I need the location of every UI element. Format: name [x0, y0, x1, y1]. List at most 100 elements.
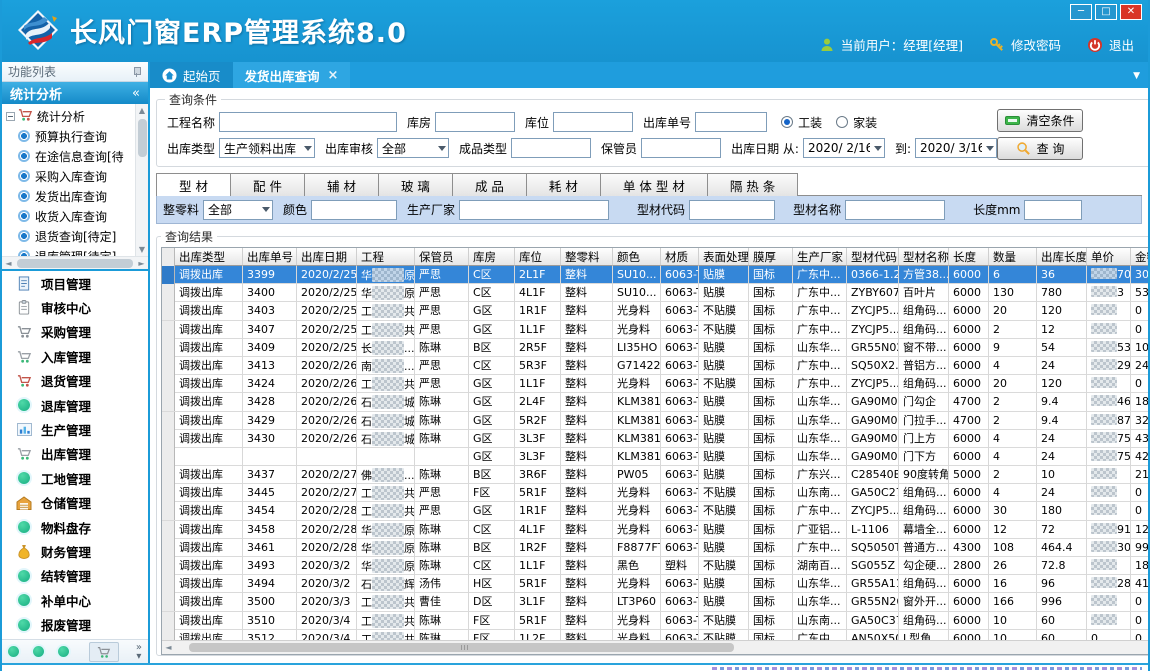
- row-selector[interactable]: [162, 357, 175, 375]
- tree-item-采购入库查询[interactable]: 采购入库查询: [6, 166, 135, 186]
- table-row[interactable]: 调拨出库34072020/2/25工共工程严思G区1L1F整料光身料6063-T…: [162, 321, 1148, 339]
- tree-item-在途信息查询[待[interactable]: 在途信息查询[待: [6, 146, 135, 166]
- table-row[interactable]: 调拨出库35002020/3/3工共工程曹佳D区3L1F整料LT3P606063…: [162, 593, 1148, 611]
- tab-list-dropdown-icon[interactable]: ▼: [1133, 71, 1140, 81]
- length-input[interactable]: [1024, 200, 1082, 220]
- row-selector[interactable]: [162, 266, 175, 284]
- row-selector[interactable]: [162, 448, 175, 466]
- pin-icon[interactable]: [132, 67, 142, 77]
- table-row[interactable]: 调拨出库34282020/2/26石城陈琳G区2L4F整料KLM38176063…: [162, 393, 1148, 411]
- scroll-down-icon[interactable]: ▼: [136, 243, 149, 256]
- radio-industrial[interactable]: 工装: [781, 114, 822, 131]
- tree-root-statistics[interactable]: 统计分析: [6, 106, 135, 126]
- clear-conditions-button[interactable]: 清空条件: [997, 109, 1083, 132]
- warehouse-input[interactable]: [435, 112, 515, 132]
- tree-item-预算执行查询[interactable]: 预算执行查询: [6, 126, 135, 146]
- tree-item-退库管理[待定][interactable]: 退库管理[待定]: [6, 246, 135, 256]
- column-header-型材代码[interactable]: 型材代码: [847, 248, 899, 266]
- column-header-出库日期[interactable]: 出库日期: [297, 248, 357, 266]
- tree-horizontal-scrollbar[interactable]: ◄ ►: [2, 256, 148, 269]
- tab-home-page[interactable]: 起始页: [150, 62, 233, 88]
- scrollbar-thumb[interactable]: [17, 259, 133, 268]
- column-header-出库单号[interactable]: 出库单号: [243, 248, 297, 266]
- toolbar-dot-icon[interactable]: [58, 646, 69, 657]
- table-row[interactable]: 调拨出库34302020/2/26石城陈琳G区3L3F整料KLM38176063…: [162, 430, 1148, 448]
- collapse-icon[interactable]: «: [132, 86, 140, 101]
- column-header-长度[interactable]: 长度: [949, 248, 989, 266]
- column-header-表面处理[interactable]: 表面处理: [699, 248, 749, 266]
- table-row[interactable]: 调拨出库34242020/2/26工共工程严思G区1L1F整料光身料6063-T…: [162, 375, 1148, 393]
- table-row[interactable]: 调拨出库35122020/3/4工共工程陈琳F区1L2F整料光身料6063-T5…: [162, 630, 1148, 640]
- row-selector[interactable]: [162, 630, 175, 640]
- table-row[interactable]: 调拨出库34612020/2/28华原...陈琳B区1R2F整料F8877FT6…: [162, 539, 1148, 557]
- row-selector[interactable]: [162, 557, 175, 575]
- change-password-button[interactable]: 修改密码: [989, 35, 1061, 54]
- search-button[interactable]: 查 询: [997, 137, 1083, 160]
- sidebar-item-财务管理[interactable]: 财务管理: [2, 539, 148, 563]
- outbound-audit-select[interactable]: 全部: [377, 138, 449, 158]
- table-row[interactable]: 调拨出库34292020/2/26石城陈琳G区5R2F整料KLM38176063…: [162, 412, 1148, 430]
- logout-button[interactable]: 退出: [1087, 35, 1134, 54]
- sidebar-item-生产管理[interactable]: 生产管理: [2, 417, 148, 441]
- sidebar-item-审核中心[interactable]: 审核中心: [2, 295, 148, 319]
- tree-item-退货查询[待定][interactable]: 退货查询[待定]: [6, 226, 135, 246]
- scroll-left-icon[interactable]: ◄: [2, 257, 15, 270]
- column-header-单价[interactable]: 单价: [1087, 248, 1131, 266]
- table-row[interactable]: 调拨出库34542020/2/28工共工程严思G区1R1F整料光身料6063-T…: [162, 502, 1148, 520]
- column-header-膜厚[interactable]: 膜厚: [749, 248, 793, 266]
- scroll-right-icon[interactable]: ►: [135, 257, 148, 270]
- material-tab-7[interactable]: 单 体 型 材: [600, 173, 708, 196]
- table-row[interactable]: 调拨出库34132020/2/26南...严思C区5R3F整料G71422606…: [162, 357, 1148, 375]
- row-selector[interactable]: [162, 393, 175, 411]
- table-row[interactable]: 调拨出库33992020/2/25华原...严思C区2L1F整料SU10...6…: [162, 266, 1148, 284]
- row-selector[interactable]: [162, 502, 175, 520]
- location-input[interactable]: [553, 112, 633, 132]
- column-header-工程[interactable]: 工程: [357, 248, 415, 266]
- column-header-库位[interactable]: 库位: [515, 248, 561, 266]
- sidebar-item-补单中心[interactable]: 补单中心: [2, 588, 148, 612]
- maximize-button[interactable]: □: [1095, 4, 1117, 20]
- material-tab-1[interactable]: 型 材: [156, 173, 231, 196]
- column-header-数量[interactable]: 数量: [989, 248, 1037, 266]
- row-selector[interactable]: [162, 466, 175, 484]
- sidebar-item-仓储管理[interactable]: 仓储管理: [2, 491, 148, 515]
- date-from-select[interactable]: 2020/ 2/16: [803, 138, 885, 158]
- column-header-生产厂家[interactable]: 生产厂家: [793, 248, 847, 266]
- row-selector[interactable]: [162, 539, 175, 557]
- tab-shipment-outbound-query[interactable]: 发货出库查询×: [233, 62, 351, 88]
- product-type-input[interactable]: [511, 138, 591, 158]
- table-row[interactable]: 调拨出库34032020/2/25工共工程严思G区1R1F整料光身料6063-T…: [162, 302, 1148, 320]
- column-header-出库类型[interactable]: 出库类型: [175, 248, 243, 266]
- sidebar-item-物料盘存[interactable]: 物料盘存: [2, 515, 148, 539]
- column-header-整零料[interactable]: 整零料: [561, 248, 613, 266]
- table-row[interactable]: 调拨出库35102020/3/4工共工程陈琳F区5R1F整料光身料6063-T5…: [162, 612, 1148, 630]
- table-row[interactable]: G区3L3F整料KLM38176063-T5贴膜国标山东华...GA90M09.…: [162, 448, 1148, 466]
- row-selector[interactable]: [162, 302, 175, 320]
- row-selector[interactable]: [162, 612, 175, 630]
- sidebar-item-入库管理[interactable]: 入库管理: [2, 344, 148, 368]
- tree-expander-icon[interactable]: [6, 112, 15, 121]
- tab-close-icon[interactable]: ×: [328, 68, 339, 83]
- row-selector[interactable]: [162, 321, 175, 339]
- sidebar-item-报废管理[interactable]: 报废管理: [2, 612, 148, 636]
- keeper-input[interactable]: [641, 138, 721, 158]
- row-selector[interactable]: [162, 593, 175, 611]
- grid-horizontal-scrollbar[interactable]: ◄ ►: [162, 640, 1148, 654]
- column-header-颜色[interactable]: 颜色: [613, 248, 661, 266]
- row-selector[interactable]: [162, 375, 175, 393]
- column-header-保管员[interactable]: 保管员: [415, 248, 469, 266]
- toolbar-dot-icon[interactable]: [8, 646, 19, 657]
- scrollbar-thumb[interactable]: [138, 119, 147, 157]
- outbound-type-select[interactable]: 生产领料出库: [219, 138, 315, 158]
- sidebar-item-退货管理[interactable]: 退货管理: [2, 369, 148, 393]
- whole-part-select[interactable]: 全部: [203, 200, 273, 220]
- sidebar-item-结转管理[interactable]: 结转管理: [2, 564, 148, 588]
- row-selector[interactable]: [162, 430, 175, 448]
- row-selector[interactable]: [162, 339, 175, 357]
- toolbar-dot-icon[interactable]: [33, 646, 44, 657]
- radio-home[interactable]: 家装: [836, 114, 877, 131]
- column-header-材质[interactable]: 材质: [661, 248, 699, 266]
- minimize-button[interactable]: ─: [1070, 4, 1092, 20]
- statistics-section-header[interactable]: 统计分析 «: [2, 82, 148, 104]
- column-header-出库长度[interactable]: 出库长度: [1037, 248, 1087, 266]
